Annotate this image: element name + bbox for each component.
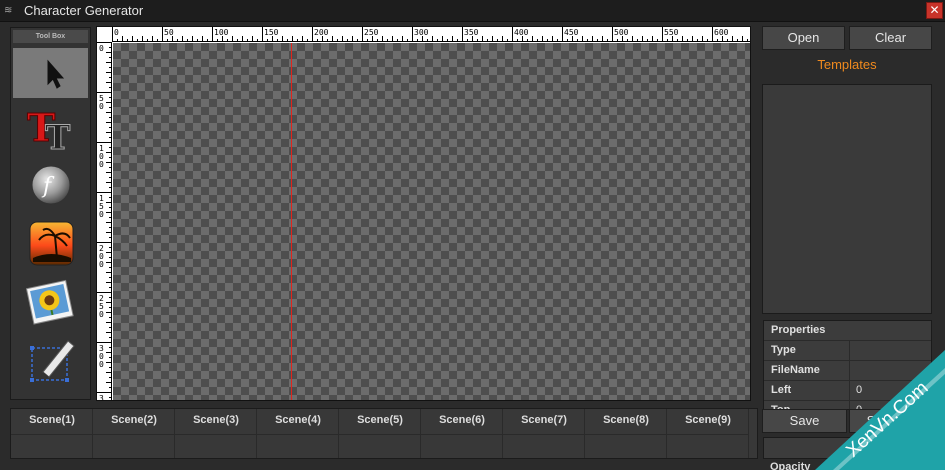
ruler-label: 450: [564, 28, 579, 37]
ruler-label: 0: [99, 260, 104, 269]
scene-label: Scene(9): [685, 414, 731, 426]
scene-label: Scene(3): [193, 414, 239, 426]
property-key: FileName: [771, 364, 820, 376]
ruler-label: 350: [464, 28, 479, 37]
scene-tab[interactable]: Scene(7): [503, 409, 585, 458]
ruler-label: 0: [99, 160, 104, 169]
ruler-label: 50: [164, 28, 174, 37]
ruler-label: 0: [99, 310, 104, 319]
sunset-palm-image-icon: [29, 221, 74, 266]
sunflower-picture-icon: [25, 279, 74, 325]
opacity-label: Opacity: [770, 461, 811, 470]
scene-label: Scene(2): [111, 414, 157, 426]
horizontal-ruler: 0 50 100 150 200 250 300 350 400 450 500 550 600: [112, 27, 750, 42]
property-row[interactable]: FileName: [764, 361, 931, 381]
clear-button[interactable]: Clear: [849, 26, 932, 50]
scene-label: Scene(7): [521, 414, 567, 426]
toolbox-panel: Tool Box T T f: [10, 27, 91, 400]
vertical-ruler-ticks: 050100150200250300350: [97, 42, 111, 401]
horizontal-ruler-ticks: 0 50 100 150 200 250 300 350 400 450 500 550 600: [112, 27, 748, 41]
transparent-canvas-area[interactable]: [113, 43, 750, 400]
scene-tab[interactable]: Scene(6): [421, 409, 503, 458]
property-key: Type: [771, 344, 796, 356]
scene-tab[interactable]: Scene(8): [585, 409, 667, 458]
draw-tool-button[interactable]: [13, 336, 88, 386]
toolbox-header: Tool Box: [13, 30, 88, 43]
save-button[interactable]: Save: [762, 409, 847, 433]
open-button[interactable]: Open: [762, 26, 845, 50]
ruler-label: 200: [314, 28, 329, 37]
flash-tool-button[interactable]: f: [13, 160, 88, 210]
vertical-ruler: 050100150200250300350: [97, 42, 112, 401]
opacity-value[interactable]: 255: [855, 461, 873, 470]
properties-grid: Properties Type FileName Left 0 Top 0: [763, 320, 932, 410]
ruler-label: 0: [99, 210, 104, 219]
property-strip: [763, 437, 932, 459]
ruler-label: 0: [99, 102, 104, 111]
scene-tab[interactable]: Scene(9): [667, 409, 749, 458]
property-key: Left: [771, 384, 792, 396]
templates-list[interactable]: [762, 84, 932, 314]
app-icon: ≋: [4, 5, 13, 16]
scene-label: Scene(4): [275, 414, 321, 426]
ruler-label: 3: [99, 394, 104, 401]
ruler-label: 150: [264, 28, 279, 37]
ruler-label: 100: [214, 28, 229, 37]
ruler-label: 300: [414, 28, 429, 37]
ruler-label: 500: [614, 28, 629, 37]
property-value[interactable]: 0: [856, 384, 862, 396]
save-as-button[interactable]: Save As: [849, 409, 932, 433]
opacity-row[interactable]: Opacity 255: [763, 460, 932, 470]
scenes-bar: Scene(1) Scene(2) Scene(3) Scene(4) Scen…: [10, 408, 758, 459]
svg-text:T: T: [45, 118, 70, 153]
scene-tab[interactable]: Scene(4): [257, 409, 339, 458]
ruler-label: 0: [99, 360, 104, 369]
scene-tab[interactable]: Scene(2): [93, 409, 175, 458]
pointer-tool-button[interactable]: [13, 48, 88, 98]
ruler-label: 250: [364, 28, 379, 37]
pen-box-icon: [30, 340, 75, 382]
properties-header: Properties: [764, 321, 931, 341]
picture-tool-button[interactable]: [13, 278, 88, 328]
scene-label: Scene(5): [357, 414, 403, 426]
scene-label: Scene(8): [603, 414, 649, 426]
ruler-label: 400: [514, 28, 529, 37]
text-tt-icon: T T: [27, 105, 71, 154]
scene-label: Scene(6): [439, 414, 485, 426]
title-bar: ≋ Character Generator ✕: [0, 0, 945, 22]
guide-line[interactable]: [291, 43, 292, 400]
image-tool-button[interactable]: [13, 218, 88, 268]
close-button[interactable]: ✕: [926, 2, 943, 19]
ruler-corner: [97, 27, 112, 42]
property-row[interactable]: Type: [764, 341, 931, 361]
flash-icon: f: [31, 165, 71, 205]
ruler-label: 600: [714, 28, 729, 37]
properties-title: Properties: [771, 324, 826, 336]
scene-label: Scene(1): [29, 414, 75, 426]
window-title: Character Generator: [24, 3, 144, 18]
ruler-label: 0: [114, 28, 119, 37]
scene-tab[interactable]: Scene(3): [175, 409, 257, 458]
scene-tab[interactable]: Scene(5): [339, 409, 421, 458]
arrow-pointer-icon: [47, 59, 65, 89]
ruler-label: 550: [664, 28, 679, 37]
templates-label: Templates: [817, 57, 877, 72]
design-canvas[interactable]: 0 50 100 150 200 250 300 350 400 450 500 550 600 050…: [96, 26, 751, 401]
scene-tab[interactable]: Scene(1): [11, 409, 93, 458]
text-tool-button[interactable]: T T: [13, 103, 88, 154]
ruler-label: 0: [99, 44, 104, 53]
property-row[interactable]: Left 0: [764, 381, 931, 401]
